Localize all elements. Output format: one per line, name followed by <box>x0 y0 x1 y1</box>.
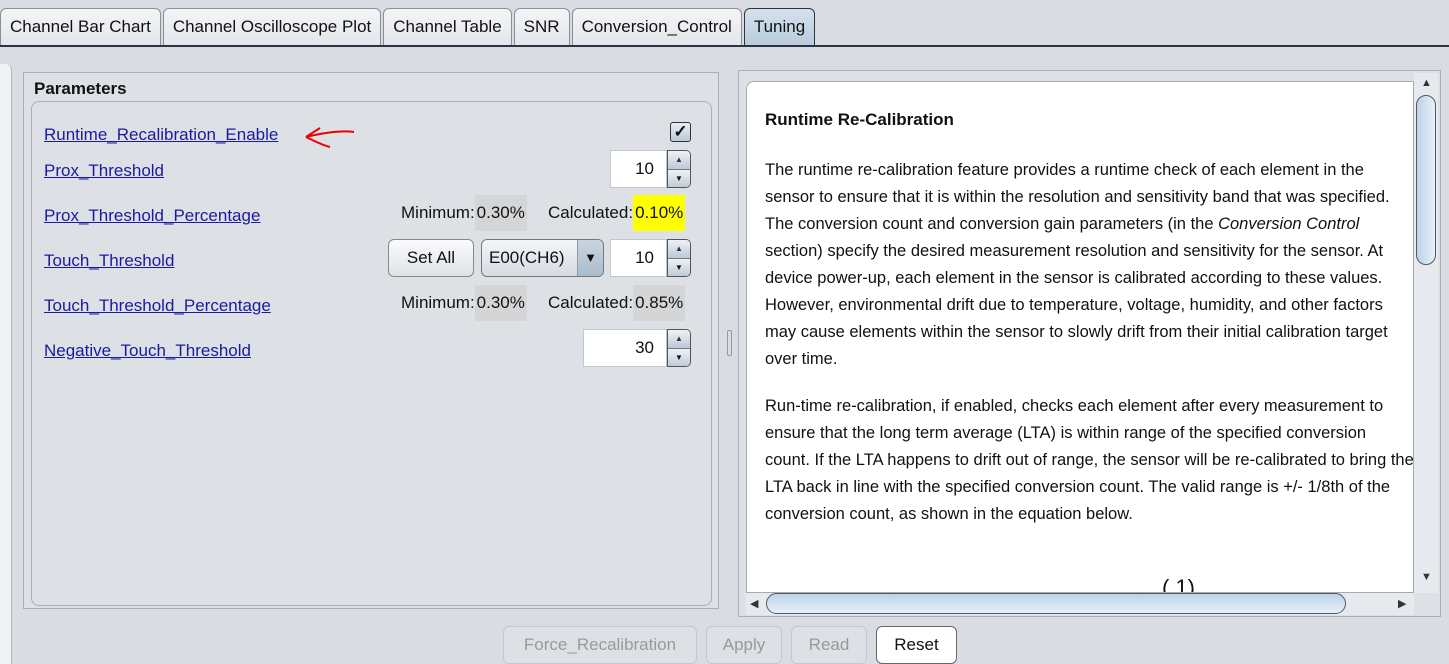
prox-threshold-spinner[interactable]: 10 ▲ ▼ <box>610 150 691 188</box>
runtime-recalibration-checkbox[interactable]: ✓ <box>670 122 691 142</box>
chevron-down-icon[interactable]: ▼ <box>577 240 603 276</box>
touch-calculated: Calculated: 0.85% <box>548 285 686 321</box>
apply-button[interactable]: Apply <box>706 626 782 664</box>
scroll-down-icon[interactable]: ▼ <box>1421 571 1432 583</box>
reset-button[interactable]: Reset <box>876 626 957 664</box>
left-side-panel <box>0 64 12 664</box>
tab-channel-table[interactable]: Channel Table <box>383 8 512 45</box>
calculated-value: 0.10% <box>633 195 686 231</box>
negative-touch-threshold-link[interactable]: Negative_Touch_Threshold <box>44 341 251 361</box>
touch-threshold-value[interactable]: 10 <box>610 239 667 277</box>
spinner-up-icon[interactable]: ▲ <box>668 240 690 258</box>
panel-title: Parameters <box>34 79 127 98</box>
text: section) specify the desired measurement… <box>765 242 1388 368</box>
touch-minimum: Minimum: 0.30% <box>401 285 527 321</box>
red-arrow-annotation <box>305 127 355 148</box>
help-paragraph-1: The runtime re-calibration feature provi… <box>765 157 1413 373</box>
emphasis: Conversion Control <box>1218 215 1360 233</box>
calculated-label: Calculated: <box>548 203 634 222</box>
minimum-value: 0.30% <box>474 195 527 231</box>
help-paragraph-2: Run-time re-calibration, if enabled, che… <box>765 397 1414 523</box>
split-pane-divider[interactable] <box>727 330 732 356</box>
spinner-down-icon[interactable]: ▼ <box>668 258 690 276</box>
vertical-scroll-thumb[interactable] <box>1416 95 1436 265</box>
negative-touch-threshold-spinner[interactable]: 30 ▲ ▼ <box>583 329 691 367</box>
prox-calculated: Calculated: 0.10% <box>548 195 686 231</box>
read-button[interactable]: Read <box>791 626 867 664</box>
spinner-up-icon[interactable]: ▲ <box>668 151 690 169</box>
spinner-up-icon[interactable]: ▲ <box>668 330 690 348</box>
calculated-value: 0.85% <box>633 285 686 321</box>
help-document: Runtime Re-Calibration The runtime re-ca… <box>746 81 1414 593</box>
tab-channel-bar-chart[interactable]: Channel Bar Chart <box>0 8 161 45</box>
channel-select-value: E00(CH6) <box>489 248 565 267</box>
spinner-down-icon[interactable]: ▼ <box>668 348 690 366</box>
horizontal-scrollbar[interactable]: ◀ ▶ <box>746 593 1414 615</box>
prox-threshold-percentage-link[interactable]: Prox_Threshold_Percentage <box>44 206 260 226</box>
negative-touch-threshold-value[interactable]: 30 <box>583 329 667 367</box>
help-pane: Runtime Re-Calibration The runtime re-ca… <box>738 70 1441 617</box>
vertical-scrollbar[interactable]: ▲ ▼ <box>1414 73 1438 593</box>
prox-threshold-value[interactable]: 10 <box>610 150 667 188</box>
equation-fragment: ( 1) <box>1162 575 1195 593</box>
help-title: Runtime Re-Calibration <box>765 110 954 129</box>
prox-minimum: Minimum: 0.30% <box>401 195 527 231</box>
tab-channel-oscilloscope-plot[interactable]: Channel Oscilloscope Plot <box>162 8 382 45</box>
tab-conversion-control[interactable]: Conversion_Control <box>571 8 742 45</box>
touch-threshold-spinner[interactable]: 10 ▲ ▼ <box>610 239 691 277</box>
channel-select[interactable]: E00(CH6) ▼ <box>481 239 604 277</box>
tab-bar: Channel Bar Chart Channel Oscilloscope P… <box>0 8 817 46</box>
touch-threshold-percentage-link[interactable]: Touch_Threshold_Percentage <box>44 296 271 316</box>
tab-divider <box>0 45 1449 47</box>
set-all-button[interactable]: Set All <box>388 239 474 277</box>
scroll-left-icon[interactable]: ◀ <box>750 597 758 610</box>
minimum-label: Minimum: <box>401 293 475 312</box>
spinner-down-icon[interactable]: ▼ <box>668 169 690 187</box>
calculated-label: Calculated: <box>548 293 634 312</box>
minimum-label: Minimum: <box>401 203 475 222</box>
force-recalibration-button[interactable]: Force_Recalibration <box>503 626 697 664</box>
tab-snr[interactable]: SNR <box>513 8 570 45</box>
tab-tuning[interactable]: Tuning <box>743 8 816 45</box>
minimum-value: 0.30% <box>474 285 527 321</box>
horizontal-scroll-thumb[interactable] <box>766 593 1346 614</box>
prox-threshold-link[interactable]: Prox_Threshold <box>44 161 164 181</box>
touch-threshold-link[interactable]: Touch_Threshold <box>44 251 174 271</box>
scroll-right-icon[interactable]: ▶ <box>1398 597 1406 610</box>
scroll-up-icon[interactable]: ▲ <box>1421 77 1432 89</box>
runtime-recalibration-enable-link[interactable]: Runtime_Recalibration_Enable <box>44 125 278 145</box>
